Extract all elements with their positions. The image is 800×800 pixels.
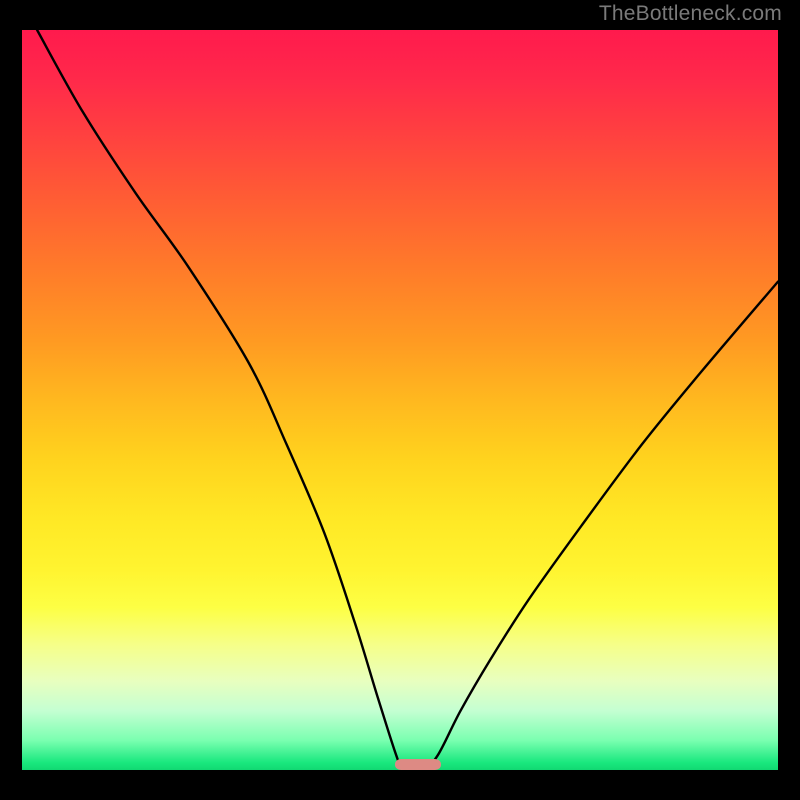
optimal-range-marker [395,759,441,770]
chart-frame: TheBottleneck.com [0,0,800,800]
watermark-text: TheBottleneck.com [599,2,782,26]
bottleneck-curve [37,30,778,772]
plot-area [22,30,778,770]
curve-svg [22,30,778,770]
